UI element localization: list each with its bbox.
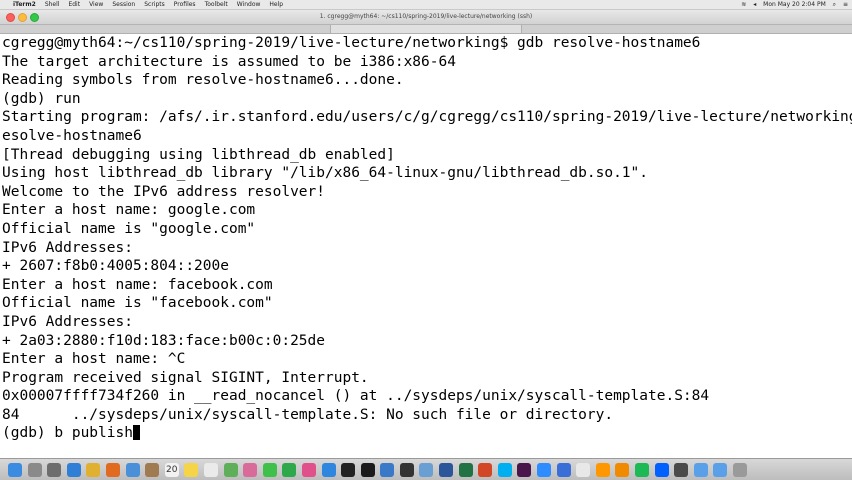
slack-icon[interactable] (517, 462, 532, 477)
terminal-line: [Thread debugging using libthread_db ena… (2, 146, 395, 163)
maps-icon[interactable] (223, 462, 238, 477)
text-cursor (132, 425, 140, 441)
terminal-line: Program received signal SIGINT, Interrup… (2, 369, 369, 386)
terminal-line: 0x00007ffff734f260 in __read_nocancel ()… (2, 388, 710, 405)
terminal-prompt-line[interactable]: (gdb) b publish (2, 424, 852, 443)
xcode-icon[interactable] (380, 462, 395, 477)
skype-icon[interactable] (497, 462, 512, 477)
terminal-line: Enter a host name: facebook.com (2, 276, 273, 293)
launchpad-icon[interactable] (27, 462, 42, 477)
finder-icon[interactable] (8, 462, 22, 477)
itunes-icon[interactable] (301, 462, 316, 477)
folder-icon[interactable] (693, 462, 708, 477)
terminal-line: Reading symbols from resolve-hostname6..… (2, 72, 404, 89)
search-icon[interactable]: ⌕ (833, 1, 836, 8)
keynote-icon[interactable] (556, 462, 571, 477)
window-title-bar: 1. cgregg@myth64: ~/cs110/spring-2019/li… (0, 10, 852, 25)
menu-bar: iTerm2 Shell Edit View Session Scripts Profile… (0, 0, 852, 10)
activity-monitor-icon[interactable] (399, 462, 414, 477)
status-area: ≋ ◂ Mon May 20 2:04 PM ⌕ ≡ (736, 0, 848, 9)
terminal-line: IPv6 Addresses: (2, 313, 133, 330)
iterm-icon[interactable] (360, 462, 375, 477)
dropbox-icon[interactable] (654, 462, 669, 477)
terminal-line: Official name is "facebook.com" (2, 295, 273, 312)
terminal-line: cgregg@myth64:~/cs110/spring-2019/live-l… (2, 35, 701, 51)
menu-item-profiles[interactable]: Profiles (174, 1, 196, 8)
terminal-line: Starting program: /afs/.ir.stanford.edu/… (2, 109, 852, 126)
terminal-line: The target architecture is assumed to be… (2, 53, 456, 70)
menu-item-iterm2[interactable]: iTerm2 (13, 1, 36, 8)
menu-item-shell[interactable]: Shell (45, 1, 60, 8)
preview-icon[interactable] (419, 462, 434, 477)
terminal-icon[interactable] (341, 462, 356, 477)
terminal-output: cgregg@myth64:~/cs110/spring-2019/live-l… (2, 34, 852, 443)
mail-icon[interactable] (125, 462, 140, 477)
chrome-icon[interactable] (86, 462, 101, 477)
dock: 20 (0, 458, 852, 480)
terminal-line: IPv6 Addresses: (2, 239, 133, 256)
terminal-line: Official name is "google.com" (2, 220, 256, 237)
word-icon[interactable] (439, 462, 454, 477)
clock[interactable]: Mon May 20 2:04 PM (763, 1, 826, 8)
menu-item-edit[interactable]: Edit (68, 1, 80, 8)
menu-item-toolbelt[interactable]: Toolbelt (205, 1, 228, 8)
vlc-icon[interactable] (615, 462, 630, 477)
quicktime-icon[interactable] (674, 462, 689, 477)
contacts-icon[interactable] (145, 462, 160, 477)
menu-items: iTerm2 Shell Edit View Session Scripts Profile… (13, 0, 292, 9)
menu-item-help[interactable]: Help (269, 1, 283, 8)
terminal-line: + 2607:f8b0:4005:804::200e (2, 258, 229, 275)
notes-icon[interactable] (184, 462, 199, 477)
terminal-current-input: (gdb) b publish (2, 425, 133, 442)
trash-icon[interactable] (732, 462, 747, 477)
terminal-line: Enter a host name: ^C (2, 351, 186, 368)
window-title: 1. cgregg@myth64: ~/cs110/spring-2019/li… (319, 13, 533, 20)
firefox-icon[interactable] (105, 462, 120, 477)
textedit-icon[interactable] (576, 462, 591, 477)
photos-icon[interactable] (243, 462, 258, 477)
terminal-line: + 2a03:2880:f10d:183:face:b00c:0:25de (2, 332, 326, 349)
facetime-icon[interactable] (282, 462, 297, 477)
terminal-line: Enter a host name: google.com (2, 202, 256, 219)
tab-strip (0, 25, 852, 34)
menu-icon[interactable]: ≡ (843, 1, 848, 8)
excel-icon[interactable] (458, 462, 473, 477)
zoom-icon[interactable] (537, 462, 552, 477)
sublime-icon[interactable] (595, 462, 610, 477)
volume-icon[interactable]: ◂ (753, 1, 756, 8)
app-store-icon[interactable] (321, 462, 336, 477)
terminal-line: 84 ../sysdeps/unix/syscall-template.S: N… (2, 406, 614, 423)
menu-item-session[interactable]: Session (112, 1, 135, 8)
downloads-icon[interactable] (713, 462, 728, 477)
messages-icon[interactable] (262, 462, 277, 477)
safari-icon[interactable] (66, 462, 81, 477)
wifi-icon[interactable]: ≋ (741, 1, 746, 8)
terminal-tab[interactable] (330, 25, 522, 33)
terminal-line: (gdb) run (2, 90, 81, 107)
terminal-line: esolve-hostname6 (2, 127, 142, 144)
system-preferences-icon[interactable] (47, 462, 62, 477)
terminal-view[interactable]: cgregg@myth64:~/cs110/spring-2019/live-l… (0, 34, 852, 458)
terminal-line: Welcome to the IPv6 address resolver! (2, 183, 326, 200)
powerpoint-icon[interactable] (478, 462, 493, 477)
reminders-icon[interactable] (203, 462, 218, 477)
terminal-line: Using host libthread_db library "/lib/x8… (2, 165, 649, 182)
calendar-icon[interactable]: 20 (164, 462, 179, 477)
menu-item-view[interactable]: View (89, 1, 103, 8)
menu-item-scripts[interactable]: Scripts (144, 1, 165, 8)
menu-item-window[interactable]: Window (237, 1, 261, 8)
spotify-icon[interactable] (635, 462, 649, 477)
